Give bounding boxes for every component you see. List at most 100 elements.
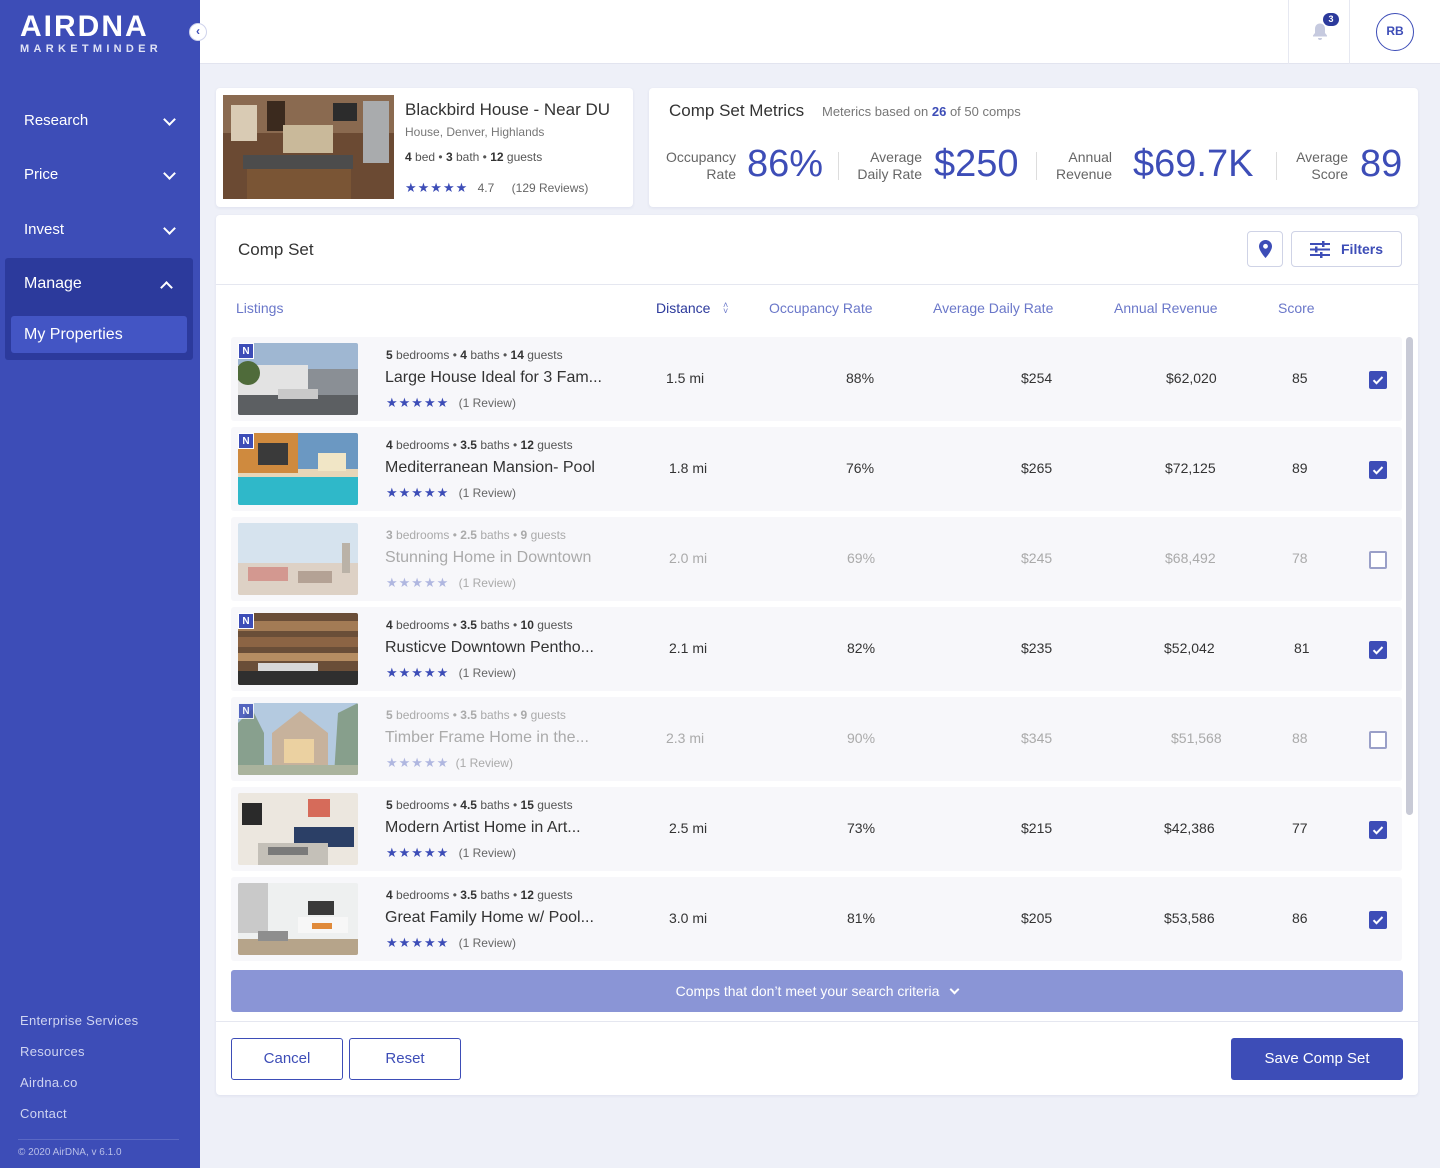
score-cell: 89 <box>1292 460 1308 476</box>
table-row[interactable]: 3 bedrooms • 2.5 baths • 9 guests Stunni… <box>231 517 1402 601</box>
excluded-comps-toggle[interactable]: Comps that don’t meet your search criter… <box>231 970 1403 1012</box>
nav-manage[interactable]: Manage <box>24 266 82 302</box>
filters-button[interactable]: Filters <box>1291 231 1402 267</box>
star-rating-icon: ★★★★★ <box>386 755 450 770</box>
guests-label: guests <box>537 618 573 632</box>
include-checkbox[interactable] <box>1369 551 1387 569</box>
baths-label: baths <box>480 618 510 632</box>
check-icon <box>1372 826 1384 835</box>
include-checkbox[interactable] <box>1369 731 1387 749</box>
metric-label: Annual Revenue <box>1037 149 1112 183</box>
listing-specs: 3 bedrooms • 2.5 baths • 9 guests <box>386 528 566 542</box>
metric-label-line2: Score <box>1311 166 1348 182</box>
link-resources[interactable]: Resources <box>20 1044 85 1059</box>
listing-rating: ★★★★★ (1 Review) <box>386 485 516 501</box>
avatar[interactable]: RB <box>1376 13 1414 51</box>
table-row[interactable]: N 5 bedrooms • 4 baths • 14 guests Large… <box>231 337 1402 421</box>
occupancy-cell: 82% <box>847 640 876 656</box>
listing-name[interactable]: Rusticve Downtown Pentho... <box>385 639 594 657</box>
rating-value: 4.7 <box>477 181 495 195</box>
listing-name[interactable]: Modern Artist Home in Art... <box>385 819 581 837</box>
comp-set-title: Comp Set <box>238 240 314 259</box>
guests-count: 14 <box>510 348 524 362</box>
property-specs: 4 bed • 3 bath • 12 guests <box>405 150 543 164</box>
nav-invest-label: Invest <box>24 221 65 238</box>
column-header-occupancy-rate[interactable]: Occupancy Rate <box>769 300 873 316</box>
guests-count: 9 <box>520 708 528 722</box>
logo-wordmark: AIRDNA <box>20 10 149 43</box>
nav-price-label: Price <box>24 166 59 183</box>
guests-label: guests <box>537 438 573 452</box>
baths-count: 3.5 <box>460 888 477 902</box>
review-count: (1 Review) <box>458 936 516 950</box>
map-view-button[interactable] <box>1247 231 1283 267</box>
chevron-left-icon[interactable]: ‹ <box>189 23 207 41</box>
occupancy-cell: 76% <box>846 460 875 476</box>
baths-label: baths <box>480 708 510 722</box>
airdna-badge-icon: N <box>238 703 254 719</box>
link-airdna-co[interactable]: Airdna.co <box>20 1075 78 1090</box>
notifications-button[interactable]: 3 <box>1288 0 1350 64</box>
baths-count: 4.5 <box>460 798 477 812</box>
column-header-distance[interactable]: Distance <box>656 300 710 316</box>
metric-label: Average Score <box>1277 149 1348 183</box>
distance-cell: 2.1 mi <box>669 640 708 656</box>
beds-label: bedrooms <box>396 708 450 722</box>
save-comp-set-button[interactable]: Save Comp Set <box>1231 1038 1403 1080</box>
metric-label-line2: Daily Rate <box>857 166 922 182</box>
metric-label: Average Daily Rate <box>839 149 922 183</box>
listing-photo <box>238 703 358 775</box>
nav-research[interactable]: Research <box>0 101 200 141</box>
beds-count: 3 <box>386 528 393 542</box>
listing-name[interactable]: Timber Frame Home in the... <box>385 729 589 747</box>
nav-price[interactable]: Price <box>0 155 200 195</box>
chevron-down-icon <box>163 113 176 126</box>
include-checkbox[interactable] <box>1369 911 1387 929</box>
distance-cell: 2.0 mi <box>669 550 708 566</box>
include-checkbox[interactable] <box>1369 821 1387 839</box>
airdna-logo[interactable]: AIRDNA MARKETMINDER <box>20 10 162 56</box>
listing-rating: ★★★★★ (1 Review) <box>386 395 516 411</box>
column-header-score[interactable]: Score <box>1278 300 1315 316</box>
star-rating-icon: ★★★★★ <box>386 845 450 860</box>
listing-name[interactable]: Large House Ideal for 3 Fam... <box>385 369 602 387</box>
include-checkbox[interactable] <box>1369 371 1387 389</box>
link-enterprise-services[interactable]: Enterprise Services <box>20 1013 138 1028</box>
distance-cell: 1.5 mi <box>666 370 705 386</box>
listing-name[interactable]: Stunning Home in Downtown <box>385 549 591 567</box>
table-row[interactable]: N 4 bedrooms • 3.5 baths • 10 guests Rus… <box>231 607 1402 691</box>
beds-count: 4 <box>405 150 412 164</box>
sliders-icon <box>1310 241 1330 258</box>
reset-button[interactable]: Reset <box>349 1038 461 1080</box>
baths-label: baths <box>480 438 510 452</box>
listing-name[interactable]: Great Family Home w/ Pool... <box>385 909 594 927</box>
table-row[interactable]: N 5 bedrooms • 3.5 baths • 9 guests Timb… <box>231 697 1402 781</box>
link-contact[interactable]: Contact <box>20 1106 67 1121</box>
sort-icon[interactable]: ˄ ˅ <box>723 301 728 316</box>
include-checkbox[interactable] <box>1369 461 1387 479</box>
column-header-annual-revenue[interactable]: Annual Revenue <box>1114 300 1218 316</box>
star-rating-icon: ★★★★★ <box>386 665 450 680</box>
column-header-average-daily-rate[interactable]: Average Daily Rate <box>933 300 1053 316</box>
revenue-cell: $68,492 <box>1165 550 1216 566</box>
table-row[interactable]: 5 bedrooms • 4.5 baths • 15 guests Moder… <box>231 787 1402 871</box>
check-icon <box>1372 376 1384 385</box>
listing-name[interactable]: Mediterranean Mansion- Pool <box>385 459 595 477</box>
baths-count: 2.5 <box>460 528 477 542</box>
check-icon <box>1372 646 1384 655</box>
guests-label: guests <box>506 150 543 164</box>
scrollbar[interactable] <box>1406 337 1413 815</box>
nav-invest[interactable]: Invest <box>0 210 200 250</box>
table-row[interactable]: 4 bedrooms • 3.5 baths • 12 guests Great… <box>231 877 1402 961</box>
excluded-comps-label: Comps that don’t meet your search criter… <box>675 983 940 999</box>
occupancy-cell: 90% <box>847 730 876 746</box>
metric-label-line1: Occupancy <box>665 149 736 165</box>
chevron-up-icon[interactable] <box>160 281 173 294</box>
table-row[interactable]: N 4 bedrooms • 3.5 baths • 12 guests Med… <box>231 427 1402 511</box>
nav-my-properties[interactable]: My Properties <box>11 316 187 353</box>
include-checkbox[interactable] <box>1369 641 1387 659</box>
listing-rating: ★★★★★ (1 Review) <box>386 665 516 681</box>
column-header-listings[interactable]: Listings <box>236 300 283 316</box>
cancel-button[interactable]: Cancel <box>231 1038 343 1080</box>
revenue-cell: $52,042 <box>1164 640 1215 656</box>
